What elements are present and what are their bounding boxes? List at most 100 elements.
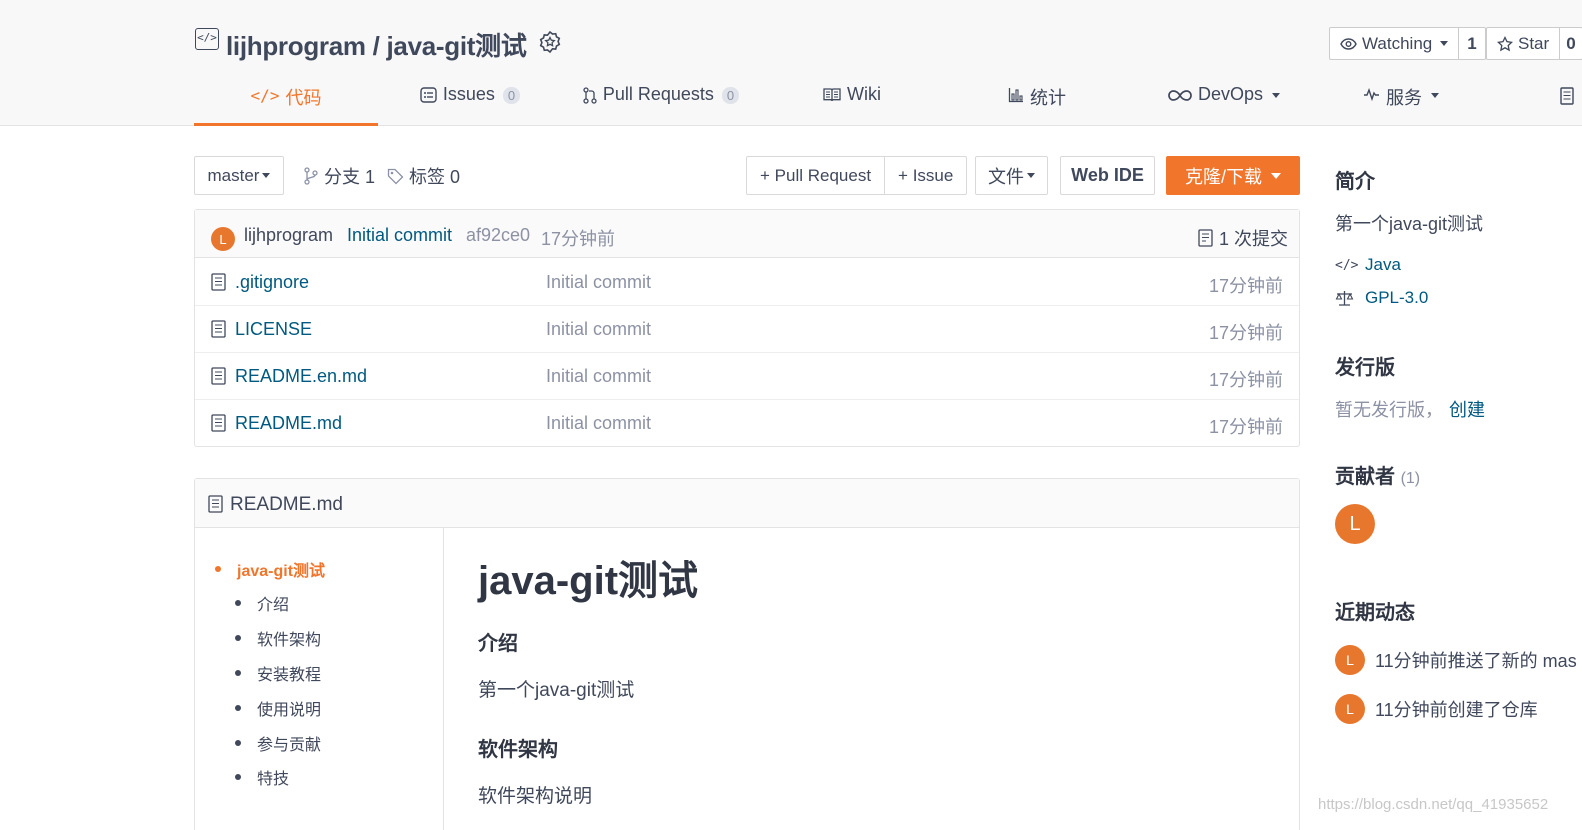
tab-issues[interactable]: Issues 0	[410, 84, 530, 126]
star-label: Star	[1518, 33, 1550, 53]
license-link[interactable]: GPL-3.0	[1335, 288, 1428, 308]
activity-item[interactable]: L 11分钟前创建了仓库	[1335, 694, 1538, 724]
tab-devops[interactable]: DevOps	[1160, 84, 1288, 126]
table-row[interactable]: LICENSE Initial commit 17分钟前	[195, 306, 1299, 353]
tab-wiki-label: Wiki	[847, 84, 881, 104]
file-icon	[211, 414, 226, 432]
readme-header	[195, 479, 1299, 528]
create-release-link[interactable]: 创建	[1449, 400, 1485, 420]
chevron-down-icon	[1272, 93, 1281, 98]
bullet	[235, 635, 241, 641]
file-time: 17分钟前	[1208, 323, 1283, 343]
commit-count-label: 1 次提交	[1219, 229, 1289, 249]
chevron-down-icon	[1431, 93, 1439, 98]
eye-icon	[1340, 37, 1357, 50]
commit-hash[interactable]: af92ce0	[466, 225, 530, 246]
toc-item[interactable]: 软件架构	[235, 626, 321, 650]
star-button[interactable]: Star	[1487, 28, 1561, 59]
branch-select[interactable]: master	[194, 156, 284, 195]
chevron-down-icon	[1440, 41, 1449, 46]
issues-icon	[420, 87, 437, 103]
toc-item[interactable]: 特技	[235, 765, 289, 789]
tab-devops-label: DevOps	[1197, 84, 1264, 104]
watch-button[interactable]: Watching	[1330, 28, 1460, 59]
file-menu-button[interactable]: 文件	[975, 156, 1048, 195]
watermark: https://blog.csdn.net/qq_41935652	[1318, 796, 1549, 813]
file-name-link[interactable]: README.md	[235, 413, 342, 434]
clone-download-button[interactable]: 克隆/下载	[1166, 156, 1300, 195]
chevron-down-icon	[1027, 173, 1035, 178]
activity-item[interactable]: L 11分钟前推送了新的 mas	[1335, 645, 1577, 675]
language-link[interactable]: </> Java	[1335, 255, 1401, 275]
tab-wiki[interactable]: Wiki	[810, 84, 894, 126]
readme-heading: java-git测试	[478, 559, 699, 603]
infinity-icon	[1168, 90, 1192, 101]
table-row[interactable]: README.en.md Initial commit 17分钟前	[195, 353, 1299, 400]
file-commit-message[interactable]: Initial commit	[546, 366, 651, 387]
star-count[interactable]: 0	[1560, 28, 1581, 59]
watch-count[interactable]: 1	[1459, 28, 1484, 59]
new-issue-button[interactable]: + Issue	[884, 157, 966, 194]
activity-avatar[interactable]: L	[1335, 645, 1365, 675]
toc-item[interactable]: 使用说明	[235, 696, 321, 720]
tags-label: 标签 0	[409, 167, 461, 187]
branches-label: 分支 1	[324, 167, 376, 187]
file-time: 17分钟前	[1208, 417, 1283, 437]
new-pull-request-button[interactable]: + Pull Request	[747, 157, 884, 194]
scale-icon	[1335, 290, 1355, 306]
about-description: 第一个java-git测试	[1335, 214, 1484, 234]
activity-avatar[interactable]: L	[1335, 694, 1365, 724]
toc-label: 安装教程	[257, 667, 322, 684]
star-button-group: Star 0	[1486, 27, 1582, 60]
repo-name-link[interactable]: java-git测试	[387, 31, 527, 61]
contributors-label: 贡献者	[1335, 466, 1395, 488]
branches-link[interactable]: 分支 1	[303, 163, 375, 189]
tab-pull-requests[interactable]: Pull Requests 0	[578, 84, 744, 126]
activity-text: 11分钟前创建了仓库	[1375, 700, 1538, 720]
table-row[interactable]: README.md Initial commit 17分钟前	[195, 400, 1299, 447]
code-icon: </>	[250, 86, 280, 105]
readme-intro-heading: 介绍	[478, 633, 518, 655]
readme-filename: README.md	[230, 494, 343, 515]
file-name-link[interactable]: .gitignore	[235, 272, 309, 293]
file-menu-label: 文件	[988, 166, 1024, 187]
file-name-link[interactable]: README.en.md	[235, 366, 367, 387]
tab-service[interactable]: 服务	[1356, 84, 1446, 126]
toc-label: 使用说明	[257, 702, 322, 719]
releases-heading: 发行版	[1335, 357, 1395, 379]
tab-code[interactable]: </> 代码	[194, 84, 378, 126]
tab-stats-label: 统计	[1030, 88, 1066, 108]
toc-item[interactable]: 参与贡献	[235, 731, 321, 755]
repo-owner-link[interactable]: lijhprogram	[226, 31, 366, 61]
toc-item-title[interactable]: java-git测试	[215, 557, 325, 581]
contributor-avatar[interactable]: L	[1335, 504, 1375, 544]
web-ide-button[interactable]: Web IDE	[1060, 156, 1155, 195]
doc-icon[interactable]	[1560, 87, 1574, 105]
toc-item[interactable]: 介绍	[235, 591, 289, 615]
file-commit-message[interactable]: Initial commit	[546, 319, 651, 340]
star-icon	[1497, 35, 1513, 52]
commit-message[interactable]: Initial commit	[347, 225, 452, 246]
clone-label: 克隆/下载	[1184, 166, 1262, 187]
tab-stats[interactable]: 统计	[995, 84, 1079, 126]
tab-code-label: 代码	[285, 88, 322, 108]
file-commit-message[interactable]: Initial commit	[546, 272, 651, 293]
watch-button-group: Watching 1	[1329, 27, 1486, 60]
toc-item[interactable]: 安装教程	[235, 661, 321, 685]
file-name-link[interactable]: LICENSE	[235, 319, 312, 340]
contributors-count: (1)	[1400, 470, 1421, 487]
table-row[interactable]: .gitignore Initial commit 17分钟前	[195, 259, 1299, 306]
verified-badge-icon	[538, 30, 562, 54]
commit-count-link[interactable]: 1 次提交	[1198, 225, 1288, 251]
bullet	[235, 670, 241, 676]
file-commit-message[interactable]: Initial commit	[546, 413, 651, 434]
bullet	[235, 774, 241, 780]
tab-service-label: 服务	[1386, 88, 1422, 108]
bar-chart-icon	[1008, 87, 1024, 103]
readme-arch-heading: 软件架构	[478, 739, 558, 761]
tags-link[interactable]: 标签 0	[387, 163, 460, 189]
about-heading: 简介	[1335, 171, 1375, 193]
commit-author[interactable]: lijhprogram	[244, 225, 333, 246]
author-avatar[interactable]: L	[211, 227, 235, 251]
file-icon	[211, 273, 226, 291]
